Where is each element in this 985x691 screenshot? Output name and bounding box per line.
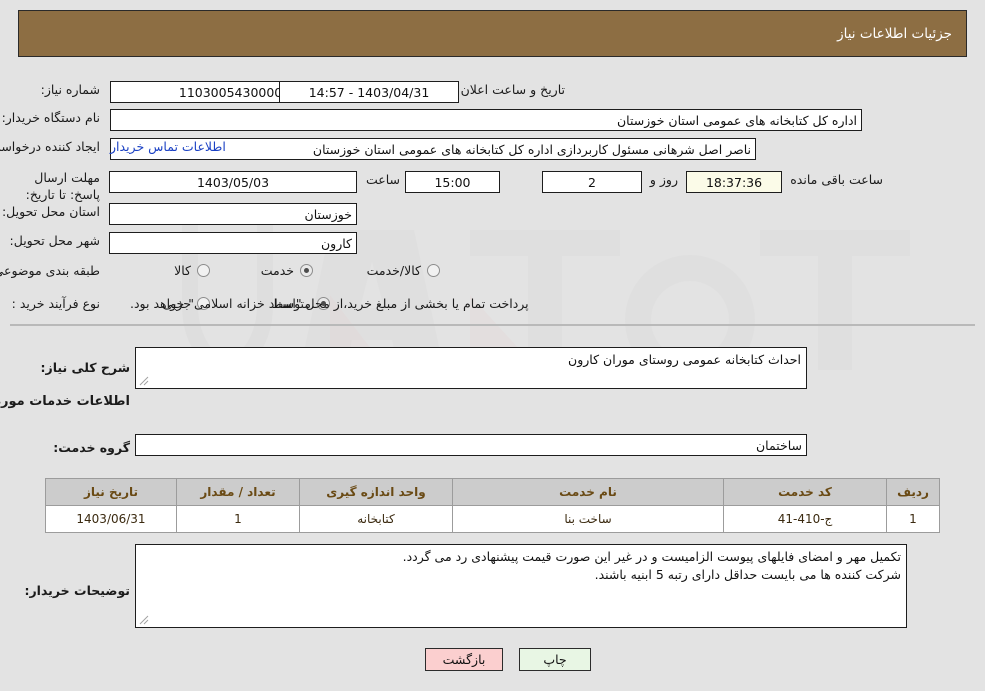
cell-code: ج-410-41 bbox=[723, 505, 887, 533]
cell-name: ساخت بنا bbox=[452, 505, 724, 533]
column-header-quantity: تعداد / مقدار bbox=[176, 478, 300, 506]
buyer-notes-line-1: تکمیل مهر و امضای فایلهای پیوست الزامیست… bbox=[402, 549, 901, 564]
description-value: احداث کتابخانه عمومی روستای موران کارون bbox=[568, 352, 801, 367]
description-label: شرح کلی نیاز: bbox=[40, 360, 130, 375]
description-textarea[interactable]: احداث کتابخانه عمومی روستای موران کارون bbox=[135, 347, 807, 389]
column-header-unit: واحد اندازه گیری bbox=[299, 478, 453, 506]
page-title: جزئیات اطلاعات نیاز bbox=[837, 25, 952, 42]
cell-quantity: 1 bbox=[176, 505, 300, 533]
summary-panel bbox=[10, 66, 975, 326]
service-group-label: گروه خدمت: bbox=[53, 440, 130, 455]
resize-handle-icon[interactable] bbox=[139, 615, 149, 625]
service-group-value: ساختمان bbox=[756, 437, 802, 453]
service-group-label-row: گروه خدمت: bbox=[53, 440, 130, 455]
need-details-page: جزئیات اطلاعات نیاز شماره نیاز: 11030054… bbox=[0, 0, 985, 691]
column-header-code: کد خدمت bbox=[723, 478, 887, 506]
table-header-row: ردیف کد خدمت نام خدمت واحد اندازه گیری ت… bbox=[45, 478, 940, 506]
back-button[interactable]: بازگشت bbox=[425, 648, 503, 671]
cell-date: 1403/06/31 bbox=[45, 505, 177, 533]
page-header-bar: جزئیات اطلاعات نیاز bbox=[18, 10, 967, 57]
column-header-date: تاریخ نیاز bbox=[45, 478, 177, 506]
cell-unit: کتابخانه bbox=[299, 505, 453, 533]
resize-handle-icon[interactable] bbox=[139, 376, 149, 386]
table-row: 1 ج-410-41 ساخت بنا کتابخانه 1 1403/06/3… bbox=[45, 505, 940, 533]
services-table: ردیف کد خدمت نام خدمت واحد اندازه گیری ت… bbox=[45, 478, 940, 533]
print-button[interactable]: چاپ bbox=[519, 648, 591, 671]
buyer-notes-label: توضیحات خریدار: bbox=[24, 583, 130, 598]
buyer-notes-textarea[interactable]: تکمیل مهر و امضای فایلهای پیوست الزامیست… bbox=[135, 544, 907, 628]
column-header-index: ردیف bbox=[886, 478, 940, 506]
service-group-field[interactable]: ساختمان bbox=[135, 434, 807, 456]
column-header-name: نام خدمت bbox=[452, 478, 724, 506]
cell-index: 1 bbox=[886, 505, 940, 533]
buyer-notes-label-row: توضیحات خریدار: bbox=[24, 583, 130, 598]
services-section-title: اطلاعات خدمات مورد نیاز bbox=[0, 394, 130, 409]
description-label-row: شرح کلی نیاز: bbox=[41, 360, 130, 375]
buyer-notes-line-2: شرکت کننده ها می بایست حداقل دارای رتبه … bbox=[594, 567, 901, 583]
